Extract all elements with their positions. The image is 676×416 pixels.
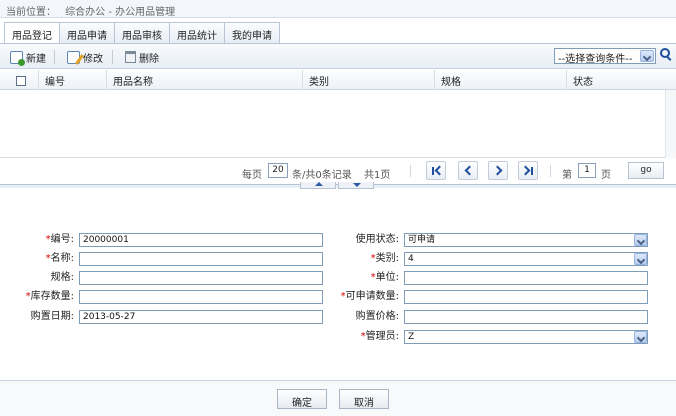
first-page-button[interactable] [426, 161, 446, 180]
purchase-price-input[interactable] [404, 310, 648, 324]
collapse-up-button[interactable] [300, 182, 336, 189]
per-page-label: 每页 [242, 170, 262, 181]
chevron-down-icon[interactable] [640, 50, 654, 62]
page-size-input[interactable]: 20 [268, 163, 288, 178]
code-label: *编号: [45, 234, 74, 245]
triangle-up-icon [315, 182, 323, 186]
new-button-label: 新建 [26, 53, 46, 65]
purchase-date-label: 购置日期: [30, 311, 74, 322]
spec-input[interactable] [79, 271, 323, 285]
admin-value: Z [408, 332, 415, 342]
new-button[interactable]: 新建 [10, 49, 46, 66]
tab-item-apply[interactable]: 用品申请 [59, 22, 115, 43]
code-input[interactable]: 20000001 [79, 233, 323, 247]
query-condition-select[interactable]: --选择查询条件-- [554, 48, 656, 65]
breadcrumb: 当前位置： 综合办公 - 办公用品管理 [0, 0, 676, 18]
form-footer: 确定 取消 [0, 380, 676, 416]
tab-item-register[interactable]: 用品登记 [4, 22, 60, 44]
unit-label: *单位: [370, 272, 399, 283]
toolbar: 新建 修改 删除 --选择查询条件-- [0, 44, 676, 69]
stock-input[interactable] [79, 290, 323, 304]
unit-input[interactable] [404, 271, 648, 285]
toolbar-separator [112, 50, 113, 64]
search-icon[interactable] [660, 48, 672, 60]
page-suffix-text: 页 [601, 170, 611, 181]
edit-button[interactable]: 修改 [67, 49, 103, 65]
tab-item-my-applications[interactable]: 我的申请 [224, 22, 280, 43]
prev-page-button[interactable] [458, 161, 478, 180]
column-header-status[interactable]: 状态 [566, 70, 666, 90]
last-page-button[interactable] [518, 161, 538, 180]
first-page-bar [432, 167, 434, 175]
chevron-right-icon [492, 165, 503, 176]
chevron-down-icon[interactable] [634, 234, 647, 246]
tab-item-review[interactable]: 用品审核 [114, 22, 170, 43]
toolbar-separator [54, 50, 55, 64]
tab-item-statistics[interactable]: 用品统计 [169, 22, 225, 43]
name-input[interactable] [79, 252, 323, 266]
edit-button-label: 修改 [83, 53, 103, 65]
page-number-input[interactable]: 1 [578, 163, 596, 178]
chevron-down-icon[interactable] [634, 253, 647, 265]
use-status-value: 可申请 [408, 235, 436, 245]
pager-separator [410, 165, 411, 177]
pager-separator [550, 165, 551, 177]
chevron-left-icon [464, 165, 475, 176]
chevron-down-icon[interactable] [634, 331, 647, 343]
last-page-bar [531, 167, 533, 175]
data-grid: 编号 用品名称 类别 规格 状态 [0, 70, 676, 158]
last-page-icon [520, 165, 531, 176]
column-header-spec[interactable]: 规格 [434, 70, 566, 90]
category-value: 4 [408, 254, 414, 264]
spec-label: 规格: [50, 272, 74, 283]
next-page-button[interactable] [488, 161, 508, 180]
tab-bar: 用品登记 用品申请 用品审核 用品统计 我的申请 [4, 22, 280, 44]
grid-scrollbar[interactable] [665, 90, 676, 158]
page-prefix-text: 第 [562, 170, 572, 181]
category-label: *类别: [370, 253, 399, 264]
admin-select[interactable]: Z [404, 330, 648, 344]
query-condition-text: --选择查询条件-- [558, 54, 633, 65]
category-select[interactable]: 4 [404, 252, 648, 266]
breadcrumb-path: 综合办公 - 办公用品管理 [65, 7, 176, 18]
collapse-down-button[interactable] [338, 182, 374, 189]
confirm-button[interactable]: 确定 [277, 389, 327, 409]
select-all-checkbox[interactable] [16, 76, 26, 86]
cancel-button[interactable]: 取消 [339, 389, 389, 409]
edit-icon [67, 50, 80, 64]
column-header-name[interactable]: 用品名称 [106, 70, 302, 90]
delete-button-label: 删除 [139, 53, 159, 65]
trash-icon [125, 51, 136, 63]
record-count-text: 条/共0条记录 [292, 170, 352, 181]
new-icon [10, 50, 25, 66]
grid-header: 编号 用品名称 类别 规格 状态 [0, 70, 676, 90]
go-button[interactable]: go [628, 162, 664, 179]
purchase-price-label: 购置价格: [355, 311, 399, 322]
admin-label: *管理员: [360, 331, 399, 342]
breadcrumb-label: 当前位置： [6, 7, 56, 18]
item-form: *编号: 20000001 *名称: 规格: *库存数量: 购置日期: 2013… [0, 190, 676, 380]
apply-quantity-label: *可申请数量: [340, 291, 399, 302]
column-header-code[interactable]: 编号 [38, 70, 106, 90]
page-count-text: 共1页 [364, 170, 391, 181]
column-header-category[interactable]: 类别 [302, 70, 434, 90]
apply-quantity-input[interactable] [404, 290, 648, 304]
first-page-icon [434, 165, 445, 176]
delete-button[interactable]: 删除 [125, 49, 159, 65]
purchase-date-input[interactable]: 2013-05-27 [79, 310, 323, 324]
triangle-down-icon [353, 183, 361, 187]
name-label: *名称: [45, 253, 74, 264]
use-status-label: 使用状态: [355, 234, 399, 245]
stock-label: *库存数量: [25, 291, 74, 302]
use-status-select[interactable]: 可申请 [404, 233, 648, 247]
pagination-bar: 每页 20 条/共0条记录 共1页 第 1 页 go [0, 158, 676, 184]
